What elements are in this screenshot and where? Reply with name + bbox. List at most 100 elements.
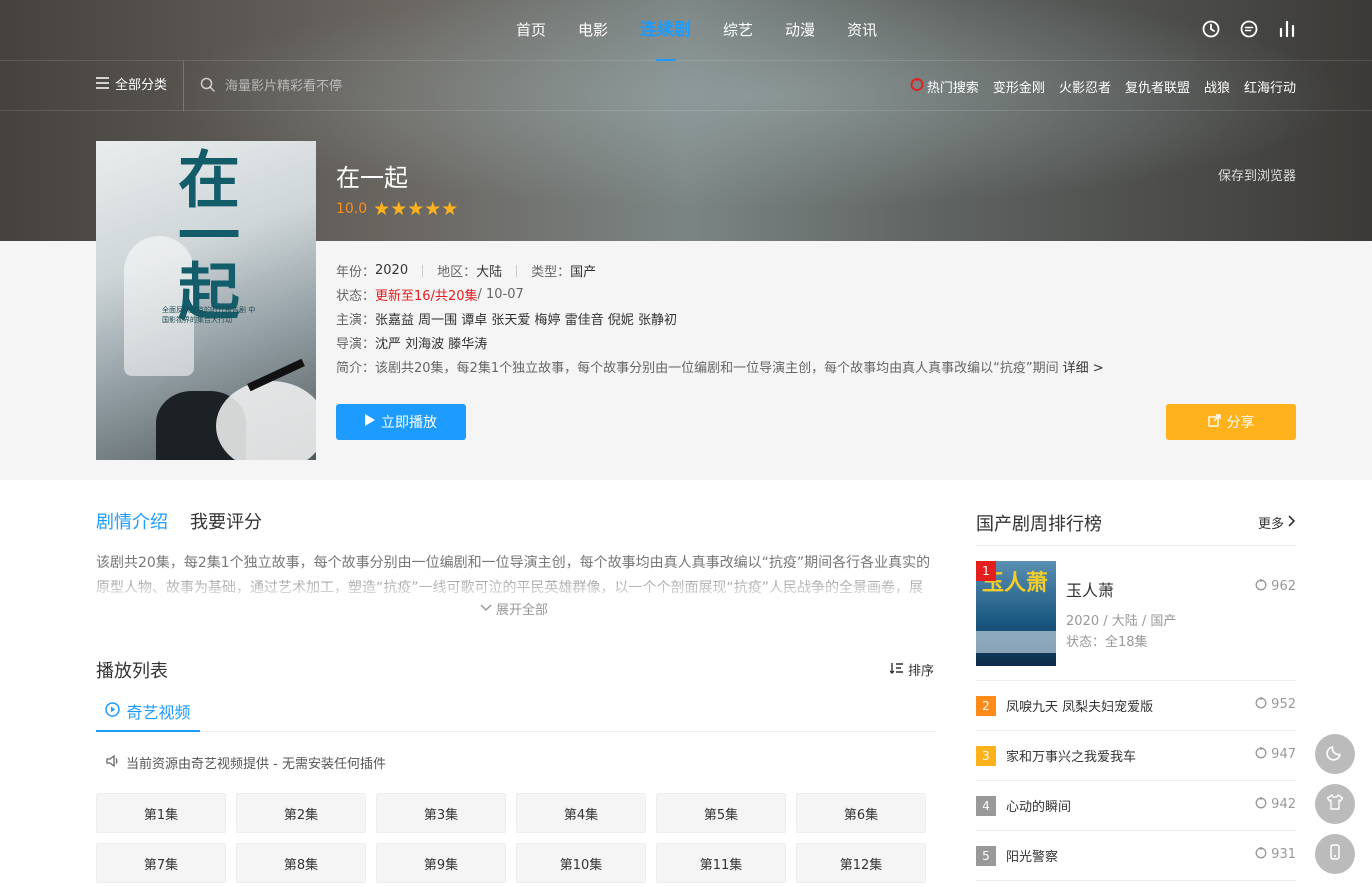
rating-stars[interactable]: ★★★★★ xyxy=(373,198,458,220)
share-button[interactable]: 分享 xyxy=(1166,404,1296,440)
type-label: 类型： xyxy=(531,265,571,280)
type-value[interactable]: 国产 xyxy=(570,261,596,280)
divider xyxy=(516,264,518,277)
meta-line-basic: 年份： 2020 地区： 大陆 类型： 国产 xyxy=(336,261,596,280)
ranking-item-status: 状态：全18集 xyxy=(1066,635,1148,650)
tab-source-iqiyi[interactable]: 奇艺视频 xyxy=(96,692,200,732)
hot-count: 952 xyxy=(1255,696,1296,713)
rank-number-badge: 1 xyxy=(976,561,996,581)
ranking-item[interactable]: 4 心动的瞬间 942 xyxy=(976,781,1296,831)
hot-count: 942 xyxy=(1255,796,1296,813)
source-notice-text: 当前资源由奇艺视频提供 - 无需安装任何插件 xyxy=(126,757,386,772)
director-value[interactable]: 沈严 刘海波 滕华涛 xyxy=(375,333,487,352)
hot-search-link[interactable]: 红海行动 xyxy=(1244,77,1296,96)
chevron-right-icon xyxy=(1288,514,1296,531)
nav-movie[interactable]: 电影 xyxy=(578,0,608,61)
rank-number-badge: 2 xyxy=(976,696,996,716)
sort-button[interactable]: 排序 xyxy=(889,660,934,679)
all-categories-label: 全部分类 xyxy=(115,78,168,93)
hot-search-link[interactable]: 战狼 xyxy=(1204,77,1230,96)
rank-number-badge: 4 xyxy=(976,796,996,816)
ranking-more-label: 更多 xyxy=(1257,517,1284,532)
episode-button[interactable]: 第1集 xyxy=(96,793,226,833)
save-to-browser-link[interactable]: 保存到浏览器 xyxy=(1218,165,1296,184)
poster-title-art: 在一起 xyxy=(167,147,240,315)
nav-news[interactable]: 资讯 xyxy=(847,0,877,61)
status-label: 状态： xyxy=(336,289,376,304)
episode-button[interactable]: 第2集 xyxy=(236,793,366,833)
nav-anime[interactable]: 动漫 xyxy=(785,0,815,61)
area-value[interactable]: 大陆 xyxy=(476,261,502,280)
play-now-button[interactable]: 立即播放 xyxy=(336,404,466,440)
area-label: 地区： xyxy=(437,265,477,280)
hot-search-link[interactable]: 复仇者联盟 xyxy=(1125,77,1190,96)
ranking-cover[interactable]: 玉人萧 1 xyxy=(976,561,1056,666)
theme-button[interactable] xyxy=(1315,784,1355,824)
meta-line-cast: 主演： 张嘉益 周一围 谭卓 张天爱 梅婷 雷佳音 倪妮 张静初 xyxy=(336,309,677,328)
meta-line-status: 状态： 更新至16/共20集 / 10-07 xyxy=(336,285,524,304)
nav-home[interactable]: 首页 xyxy=(516,0,546,61)
shirt-icon xyxy=(1326,793,1344,815)
nav-tv-series[interactable]: 连续剧 xyxy=(640,0,691,61)
search-box xyxy=(200,73,485,99)
menu-icon xyxy=(96,61,109,111)
flame-icon xyxy=(1255,578,1267,595)
episode-button[interactable]: 第4集 xyxy=(516,793,646,833)
episode-button[interactable]: 第6集 xyxy=(796,793,926,833)
nav-variety[interactable]: 综艺 xyxy=(723,0,753,61)
intro-text: 该剧共20集，每2集1个独立故事，每个故事分别由一位编剧和一位导演主创，每个故事… xyxy=(375,361,1059,376)
cast-value[interactable]: 张嘉益 周一围 谭卓 张天爱 梅婷 雷佳音 倪妮 张静初 xyxy=(375,309,677,328)
episode-button[interactable]: 第7集 xyxy=(96,843,226,883)
search-icon[interactable] xyxy=(200,77,215,96)
episode-button[interactable]: 第9集 xyxy=(376,843,506,883)
episode-button[interactable]: 第11集 xyxy=(656,843,786,883)
source-tabs: 奇艺视频 xyxy=(96,692,936,732)
episode-button[interactable]: 第10集 xyxy=(516,843,646,883)
sort-icon xyxy=(889,662,903,678)
rating-score: 10.0 xyxy=(336,201,368,217)
ranking-item-top[interactable]: 玉人萧 1 玉人萧 2020 / 大陆 / 国产 状态：全18集 962 xyxy=(976,561,1296,681)
ranking-chart-icon[interactable] xyxy=(1278,20,1296,38)
ranking-item[interactable]: 2 凤唳九天 凤梨夫妇宠爱版 952 xyxy=(976,681,1296,731)
ranking-item-meta: 2020 / 大陆 / 国产 xyxy=(1066,614,1177,629)
hot-searches: 热门搜索 变形金刚 火影忍者 复仇者联盟 战狼 红海行动 xyxy=(910,61,1296,111)
nav-links: 首页 电影 连续剧 综艺 动漫 资讯 xyxy=(516,0,909,61)
ranking-item-name[interactable]: 家和万事兴之我爱我车 xyxy=(1006,746,1136,765)
play-icon xyxy=(365,414,375,430)
tab-rate[interactable]: 我要评分 xyxy=(190,508,262,534)
episode-button[interactable]: 第3集 xyxy=(376,793,506,833)
hot-search-link[interactable]: 变形金刚 xyxy=(993,77,1045,96)
year-label: 年份： xyxy=(336,265,376,280)
episode-button[interactable]: 第5集 xyxy=(656,793,786,833)
all-categories-button[interactable]: 全部分类 xyxy=(96,61,185,111)
top-navigation: 首页 电影 连续剧 综艺 动漫 资讯 xyxy=(0,0,1372,61)
ranking-item[interactable]: 5 阳光警察 931 xyxy=(976,831,1296,881)
mobile-view-button[interactable] xyxy=(1315,834,1355,874)
intro-detail-link[interactable]: 详细 > xyxy=(1063,357,1104,376)
hot-count: 962 xyxy=(1255,578,1296,595)
dark-mode-button[interactable] xyxy=(1315,734,1355,774)
history-clock-icon[interactable] xyxy=(1202,20,1220,38)
director-label: 导演： xyxy=(336,337,376,352)
ranking-item-name[interactable]: 心动的瞬间 xyxy=(1006,796,1071,815)
ranking-more-link[interactable]: 更多 xyxy=(1258,513,1296,532)
episode-button[interactable]: 第12集 xyxy=(796,843,926,883)
ranking-item[interactable]: 3 家和万事兴之我爱我车 947 xyxy=(976,731,1296,781)
expand-all-button[interactable]: 展开全部 xyxy=(480,599,548,618)
ranking-item-name[interactable]: 阳光警察 xyxy=(1006,846,1058,865)
message-icon[interactable] xyxy=(1240,20,1258,38)
ranking-item-name[interactable]: 凤唳九天 凤梨夫妇宠爱版 xyxy=(1006,696,1153,715)
play-now-label: 立即播放 xyxy=(381,415,437,431)
rank-number-badge: 3 xyxy=(976,746,996,766)
fire-icon xyxy=(910,77,924,95)
tab-plot-intro[interactable]: 剧情介绍 xyxy=(96,508,168,534)
hot-search-link[interactable]: 火影忍者 xyxy=(1059,77,1111,96)
search-input[interactable] xyxy=(225,78,485,94)
phone-icon xyxy=(1326,843,1344,865)
poster-image[interactable]: 在一起 全面反映抗疫的时代报告剧 中国影视界的集合大行动 xyxy=(96,141,316,460)
ranking-item-name[interactable]: 玉人萧 xyxy=(1066,577,1114,601)
episode-button[interactable]: 第8集 xyxy=(236,843,366,883)
poster-subtitle: 全面反映抗疫的时代报告剧 中国影视界的集合大行动 xyxy=(162,306,256,324)
play-circle-icon xyxy=(105,701,121,721)
flame-icon xyxy=(1255,846,1267,863)
